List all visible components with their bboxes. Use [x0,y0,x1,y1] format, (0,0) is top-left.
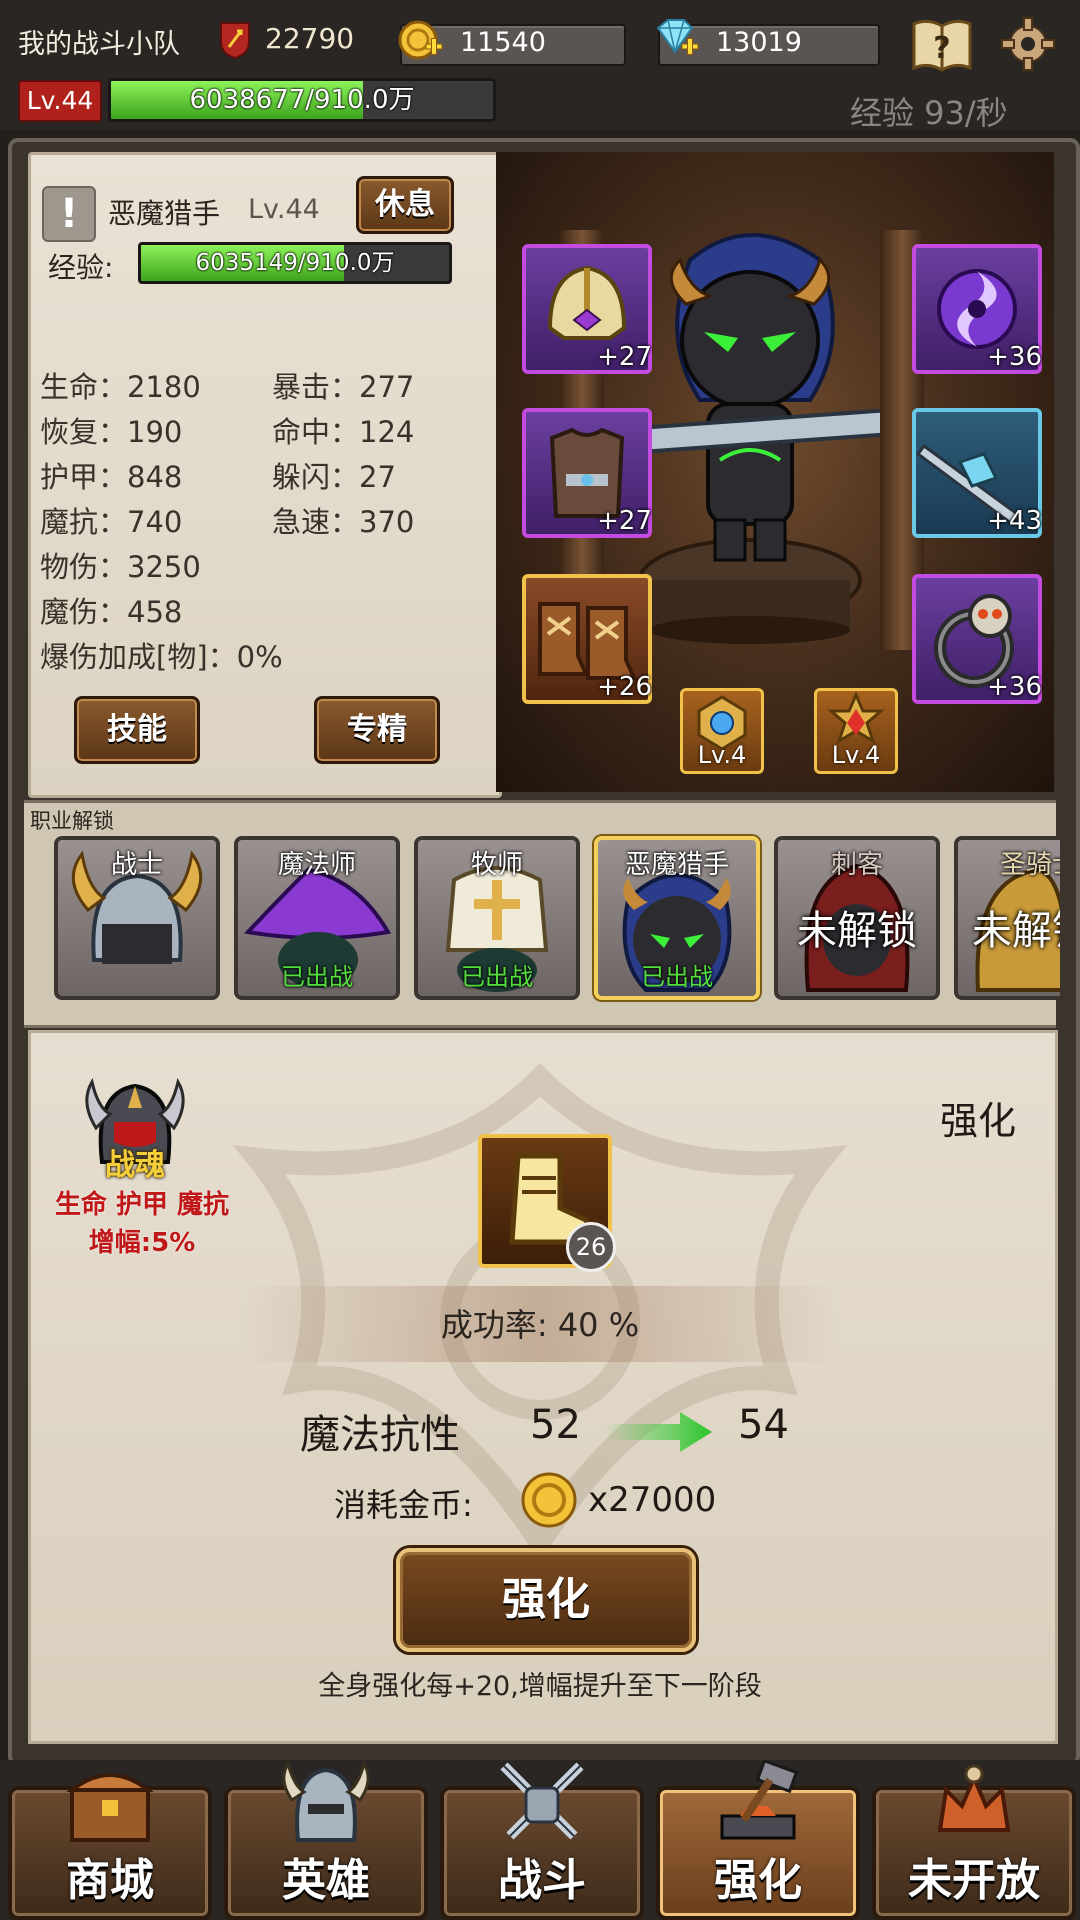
team-name: 我的战斗小队 [18,29,180,60]
skill-button[interactable]: 技能 [74,696,200,764]
gold-value: 11540 [460,27,546,58]
knight-helmet-icon [282,1760,370,1842]
hero-name: 恶魔猎手 [108,197,221,230]
gem-1-level: Lv.4 [697,741,747,769]
enhance-item-count: 26 [566,1222,616,1272]
class-status-mage: 已出战 [281,963,353,991]
war-soul-description: 生命 护甲 魔抗 增幅:5% [54,1190,230,1258]
help-book-icon[interactable]: ? [910,14,974,74]
player-xp-text: 6038677/910.0万 [189,85,415,115]
stat-physical-damage: 物伤：3250 [40,550,201,584]
equip-armor-plus: +27 [597,506,652,536]
hammer-anvil-icon [720,1760,799,1840]
xp-rate: 经验 93/秒 [850,94,1008,132]
stat-crit: 暴击：277 [272,370,415,404]
nav-heroes-label: 英雄 [282,1855,370,1906]
green-arrow-icon [604,1412,712,1452]
cost-value: x27000 [588,1480,717,1520]
class-name-demon-hunter: 恶魔猎手 [624,850,729,880]
equip-amulet-plus: +36 [987,342,1042,372]
enhance-tab-label[interactable]: 强化 [940,1090,1016,1145]
gear-icon[interactable] [996,14,1060,74]
player-xp-bar: 6038677/910.0万 [108,78,496,122]
stat-dodge: 躲闪：27 [272,460,396,494]
nav-heroes[interactable]: 英雄 [224,1760,428,1920]
alert-icon[interactable]: ! [42,186,96,242]
gold-coin-icon [521,1472,577,1528]
class-status-priest: 已出战 [461,963,533,991]
war-soul-name: 战魂 [105,1148,165,1183]
enhance-tip: 全身强化每+20,增幅提升至下一阶段 [318,1671,762,1702]
cost-label: 消耗金币: [334,1486,473,1524]
hero-level: Lv.44 [248,194,320,225]
class-card-warrior[interactable]: 战士 [54,836,220,1000]
power-value: 22790 [265,22,355,55]
equip-ring[interactable]: +36 [912,574,1042,704]
nav-shop[interactable]: 商城 [8,1773,212,1920]
nav-locked[interactable]: 未开放 [872,1764,1076,1920]
class-card-mage[interactable]: 魔法师 已出战 [234,836,400,1000]
power-shield-icon [220,22,250,60]
nav-shop-label: 商城 [66,1855,154,1906]
stat-haste: 急速：370 [272,505,415,539]
stat-magic-damage: 魔伤：458 [40,595,183,629]
equip-helmet[interactable]: +27 [522,244,652,374]
class-card-priest[interactable]: 牧师 已出战 [414,836,580,1000]
hero-exp-label: 经验: [48,251,114,284]
class-name-priest: 牧师 [470,850,523,880]
class-status-demon-hunter: 已出战 [641,963,713,991]
equip-armor[interactable]: +27 [522,408,652,538]
player-level-badge: Lv.44 [18,80,102,122]
nav-enhance-label: 强化 [714,1855,802,1906]
specialization-button[interactable]: 专精 [314,696,440,764]
nav-battle-label: 战斗 [498,1855,586,1906]
stat-hit: 命中：124 [272,415,415,449]
equip-helmet-plus: +27 [597,342,652,372]
class-name-mage: 魔法师 [277,850,356,880]
equip-boots[interactable]: +26 [522,574,652,704]
class-name-paladin: 圣骑士 [999,850,1060,880]
stat-magic-resist: 魔抗：740 [40,505,183,539]
attribute-old-value: 52 [530,1402,581,1448]
equip-boots-plus: +26 [597,672,652,702]
gem-slot-2[interactable]: Lv.4 [814,688,898,774]
equip-weapon[interactable]: +43 [912,408,1042,538]
treasure-chest-icon [66,1773,154,1842]
equip-weapon-plus: +43 [987,506,1042,536]
nav-locked-label: 未开放 [908,1855,1040,1906]
nav-enhance[interactable]: 强化 [656,1760,860,1920]
attribute-new-value: 54 [738,1402,789,1448]
equip-ring-plus: +36 [987,672,1042,702]
gem-slot-1[interactable]: Lv.4 [680,688,764,774]
stat-hp: 生命：2180 [40,370,201,404]
rest-button[interactable]: 休息 [356,176,454,234]
crown-altar-icon [937,1764,1011,1832]
attribute-name: 魔法抗性 [300,1412,460,1458]
class-card-assassin[interactable]: 刺客 未解锁 [774,836,940,1000]
enhance-button[interactable]: 强化 [396,1548,696,1652]
stat-armor: 护甲：848 [40,460,183,494]
hero-exp-text: 6035149/910.0万 [195,250,395,276]
nav-battle[interactable]: 战斗 [440,1762,644,1920]
class-name-warrior: 战士 [110,850,163,880]
gold-add-icon[interactable] [396,18,444,62]
class-card-demon-hunter[interactable]: 恶魔猎手 已出战 [594,836,760,1000]
equip-amulet[interactable]: +36 [912,244,1042,374]
crossed-swords-icon [500,1762,584,1840]
stat-regen: 恢复：190 [40,415,183,449]
svg-text:?: ? [933,31,950,66]
class-card-paladin[interactable]: 圣骑士 未解锁 [954,836,1060,1000]
stat-crit-damage-bonus: 爆伤加成[物]：0% [40,640,283,674]
class-unlock-title: 职业解锁 [30,809,114,833]
demon-hunter-portrait [620,233,880,644]
diamond-add-icon[interactable] [652,16,700,60]
success-rate: 成功率: 40 % [440,1306,640,1344]
class-locked-assassin: 未解锁 [797,908,917,954]
class-name-assassin: 刺客 [830,850,883,880]
hero-exp-bar: 6035149/910.0万 [138,242,452,284]
gem-value: 13019 [716,27,802,58]
gem-2-level: Lv.4 [831,741,881,769]
class-locked-paladin: 未解锁 [972,908,1060,954]
